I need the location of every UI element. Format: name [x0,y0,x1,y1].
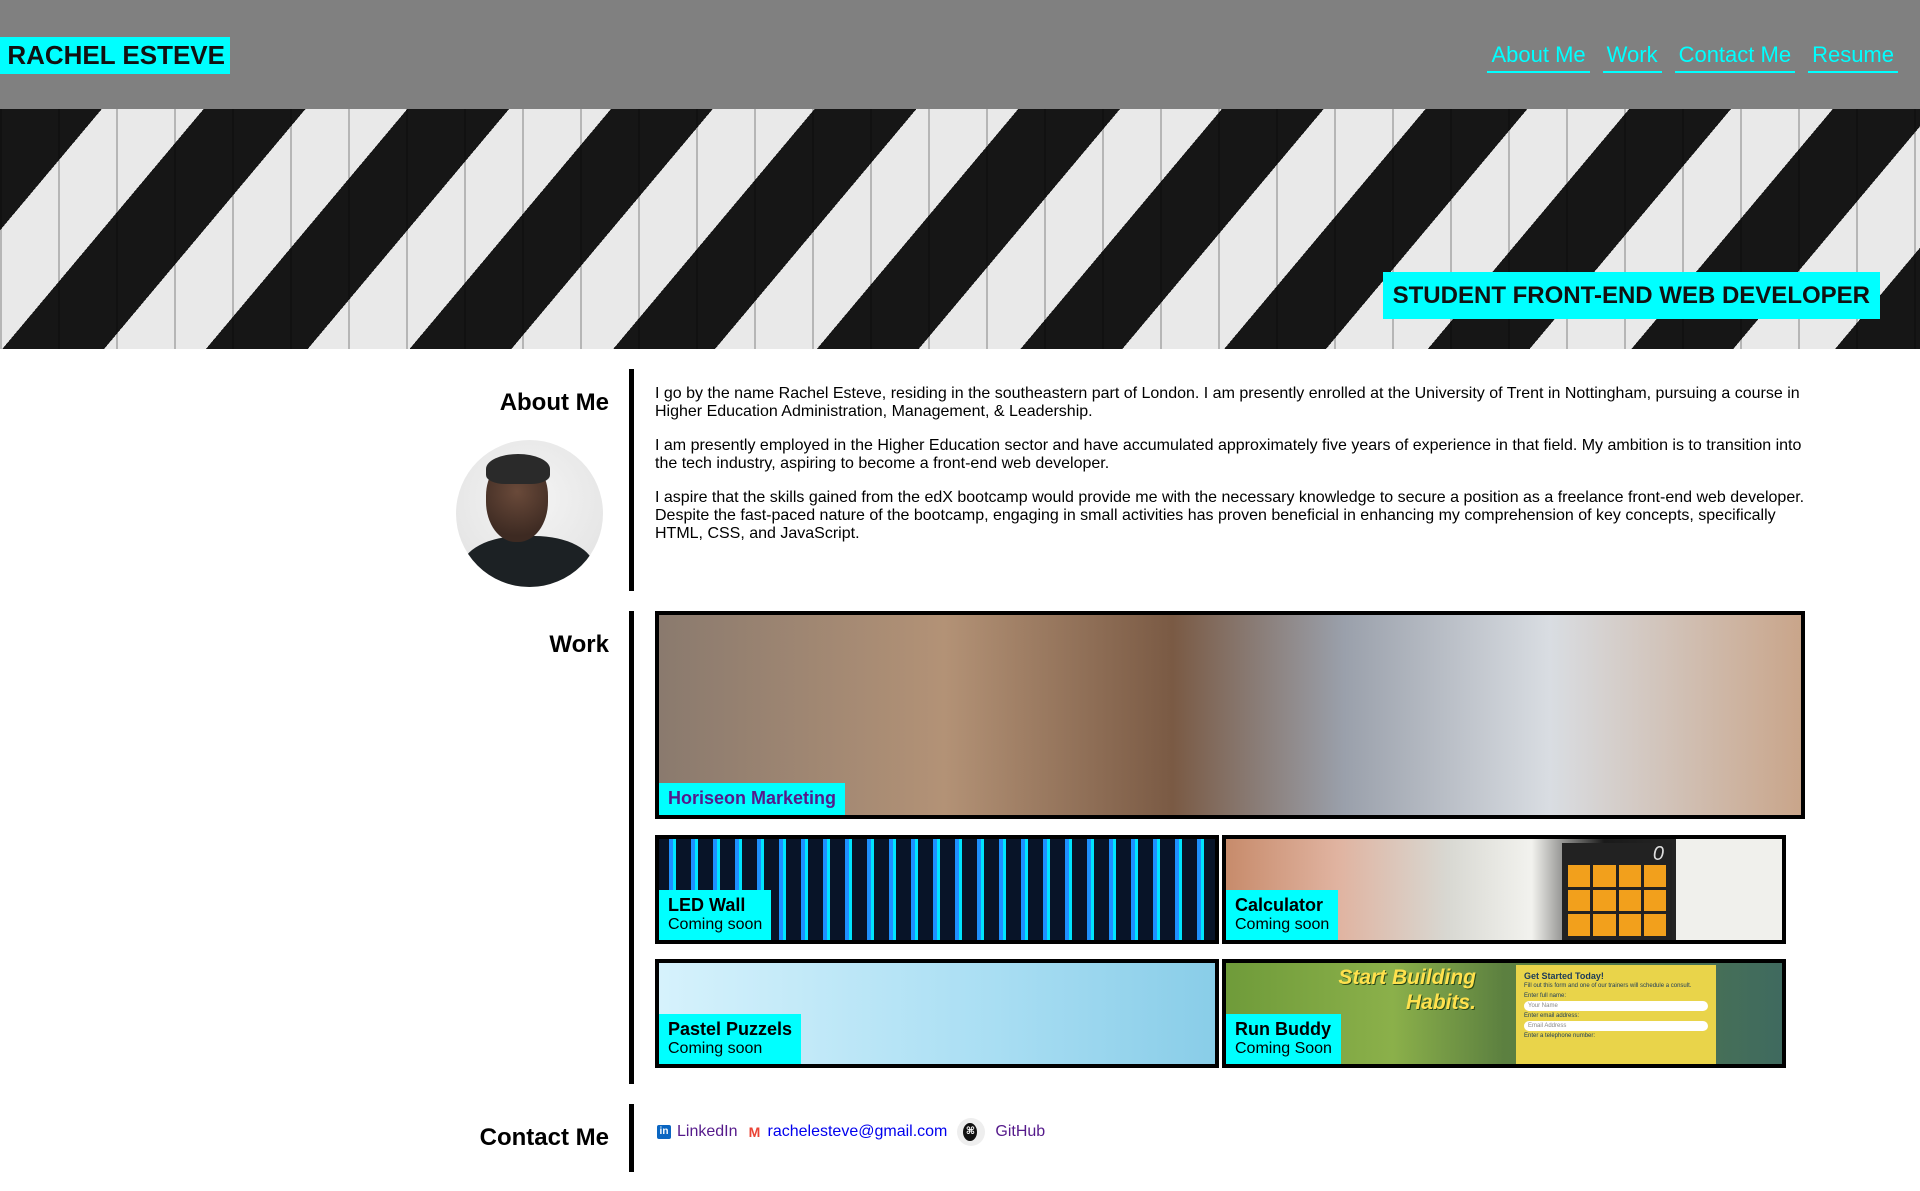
github-icon: ⌘ [963,1123,978,1141]
nav-contact-me[interactable]: Contact Me [1674,42,1796,73]
run-buddy-form-illustration: Get Started Today! Fill out this form an… [1516,965,1716,1064]
project-label: Run Buddy Coming Soon [1226,1014,1341,1064]
run-buddy-headline: Start Building Habits. [1338,966,1476,1014]
project-label: Pastel Puzzels Coming soon [659,1014,802,1064]
project-run-buddy[interactable]: Start Building Habits. Get Started Today… [1222,959,1786,1068]
site-header: RACHEL ESTEVE About Me Work Contact Me R… [0,0,1920,109]
work-divider [629,611,634,1084]
nav-about-me[interactable]: About Me [1487,42,1590,73]
project-label: Calculator Coming soon [1226,890,1339,940]
gmail-icon: M [748,1124,761,1140]
project-title: Run Buddy [1235,1019,1331,1039]
work-heading: Work [549,631,609,658]
linkedin-icon: in [657,1125,671,1139]
project-title: LED Wall [668,895,746,915]
project-title: Calculator [1235,895,1324,915]
project-status: Coming soon [668,916,763,933]
hero-title: STUDENT FRONT-END WEB DEVELOPER [1382,272,1880,319]
project-pastel-puzzels[interactable]: Pastel Puzzels Coming soon [655,959,1219,1068]
avatar [456,440,603,587]
project-led-wall[interactable]: LED Wall Coming soon [655,835,1219,944]
nav-resume[interactable]: Resume [1808,42,1898,73]
site-logo[interactable]: RACHEL ESTEVE [0,37,230,74]
about-heading: About Me [499,389,609,416]
project-label: Horiseon Marketing [659,783,846,815]
about-text: I go by the name Rachel Esteve, residing… [655,385,1805,559]
project-status: Coming soon [668,1040,763,1057]
main-nav: About Me Work Contact Me Resume [1487,42,1898,73]
about-divider [629,369,634,591]
hero-banner: STUDENT FRONT-END WEB DEVELOPER [0,109,1920,349]
project-label: LED Wall Coming soon [659,890,772,940]
contact-links: in LinkedIn M rachelesteve@gmail.com ⌘ G… [657,1118,1055,1146]
email-link[interactable]: rachelesteve@gmail.com [768,1123,948,1141]
linkedin-link[interactable]: LinkedIn [677,1123,738,1141]
calculator-display: 0 [1652,843,1664,865]
project-horiseon-marketing[interactable]: Horiseon Marketing [655,611,1805,819]
github-link[interactable]: GitHub [995,1123,1045,1141]
project-status: Coming Soon [1235,1040,1332,1057]
project-title: Pastel Puzzels [668,1019,793,1039]
project-calculator[interactable]: 0 Calculator Coming soon [1222,835,1786,944]
about-paragraph: I go by the name Rachel Esteve, residing… [655,385,1800,420]
nav-work[interactable]: Work [1602,42,1662,73]
calculator-keypad-illustration: 0 [1562,843,1672,940]
about-paragraph: I aspire that the skills gained from the… [655,489,1805,542]
project-title[interactable]: Horiseon Marketing [668,788,836,809]
project-status: Coming soon [1235,916,1330,933]
contact-divider [629,1104,634,1172]
contact-heading: Contact Me [479,1124,609,1151]
about-paragraph: I am presently employed in the Higher Ed… [655,437,1802,472]
